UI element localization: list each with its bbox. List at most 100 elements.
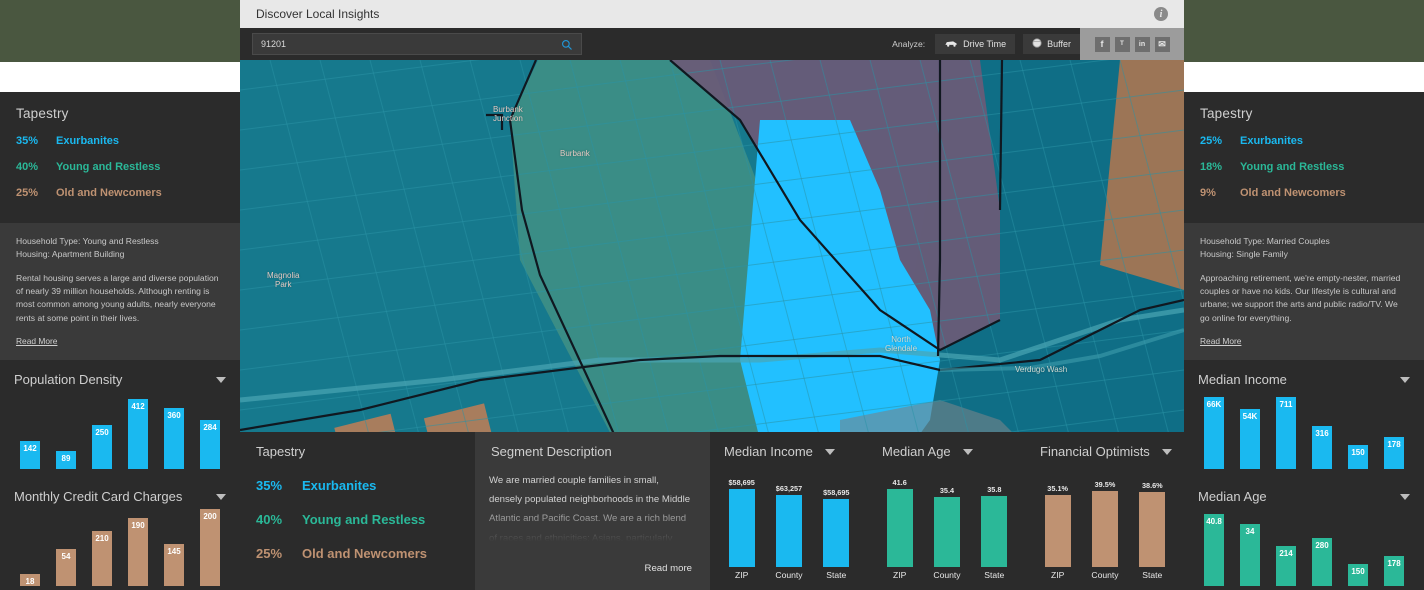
chart-bar[interactable]	[933, 497, 960, 567]
tapestry-row[interactable]: 18% Young and Restless	[1200, 161, 1408, 173]
chart-bar[interactable]	[981, 496, 1008, 567]
chevron-down-icon[interactable]	[1161, 448, 1172, 455]
tapestry-label[interactable]: Old and Newcomers	[56, 187, 162, 199]
chart-column[interactable]: 39.5% County	[1090, 480, 1120, 580]
chart-bar[interactable]: 178	[1384, 437, 1404, 470]
chart-column[interactable]: 35.8 State	[979, 485, 1009, 580]
chevron-down-icon[interactable]	[1400, 376, 1410, 383]
drive-time-button[interactable]: Drive Time	[935, 34, 1016, 54]
chart-bar[interactable]: 214	[1276, 546, 1296, 587]
chart-bar-value: 210	[95, 534, 109, 544]
search-icon[interactable]	[561, 38, 573, 50]
chart-bar[interactable]: 412	[128, 399, 148, 470]
tapestry-label[interactable]: Young and Restless	[302, 512, 425, 527]
linkedin-icon[interactable]: in	[1134, 36, 1150, 52]
chevron-down-icon[interactable]	[216, 493, 226, 500]
chart-bar[interactable]: 150	[1348, 445, 1368, 470]
chart-bar[interactable]: 210	[92, 531, 112, 587]
chart-bar[interactable]	[1044, 495, 1071, 567]
social-share-group: f ᵀ in ✉	[1080, 28, 1184, 60]
background-left	[0, 0, 240, 62]
chart-bar[interactable]: 711	[1276, 397, 1296, 470]
chart-bar[interactable]	[1139, 492, 1166, 567]
chart-bar[interactable]: 316	[1312, 426, 1332, 470]
buffer-button[interactable]: Buffer	[1023, 34, 1080, 54]
tapestry-label[interactable]: Exurbanites	[1240, 135, 1303, 147]
chart-bar[interactable]: 360	[164, 408, 184, 470]
chart-column[interactable]: 35.1% ZIP	[1043, 484, 1073, 580]
chart-bar[interactable]: 178	[1384, 556, 1404, 587]
tapestry-label[interactable]: Exurbanites	[302, 478, 376, 493]
facebook-icon[interactable]: f	[1094, 36, 1110, 52]
chevron-down-icon[interactable]	[1400, 493, 1410, 500]
tapestry-label[interactable]: Old and Newcomers	[302, 546, 427, 561]
tapestry-row[interactable]: 35% Exurbanites	[16, 135, 224, 147]
chart-category-label: County	[1091, 570, 1119, 580]
chart-bar[interactable]: 250	[92, 425, 112, 470]
chevron-down-icon[interactable]	[216, 376, 226, 383]
chart-bar[interactable]	[775, 495, 802, 567]
email-icon[interactable]: ✉	[1154, 36, 1170, 52]
chart-bar-value: 360	[167, 411, 181, 421]
chart-category-label: County	[775, 570, 803, 580]
chart-bar[interactable]: 284	[200, 420, 220, 470]
chevron-down-icon[interactable]	[824, 448, 835, 455]
chart-bar[interactable]: 142	[20, 441, 40, 470]
chart-bar[interactable]: 150	[1348, 564, 1368, 587]
tapestry-label[interactable]: Exurbanites	[56, 135, 119, 147]
bottom-chart: Median Age 41.6 ZIP 35.4 County 35.8 State	[868, 432, 1026, 590]
chart-column[interactable]: 41.6 ZIP	[885, 478, 915, 580]
chart-bar[interactable]: 18	[20, 574, 40, 587]
left-read-more-link[interactable]: Read More	[16, 336, 57, 346]
chart-column[interactable]: 38.6% State	[1137, 481, 1167, 580]
tapestry-label[interactable]: Old and Newcomers	[1240, 187, 1346, 199]
tapestry-row[interactable]: 25% Exurbanites	[1200, 135, 1408, 147]
chart-bar[interactable]: 200	[200, 509, 220, 587]
bottom-panel-row: Tapestry 35% Exurbanites 40% Young and Rest…	[240, 432, 1184, 590]
chart-bar[interactable]: 89	[56, 451, 76, 470]
chart-bar[interactable]: 145	[164, 544, 184, 587]
chart-bar[interactable]	[823, 499, 850, 567]
tapestry-percent: 25%	[1200, 135, 1223, 147]
tapestry-row[interactable]: 25% Old and Newcomers	[16, 187, 224, 199]
tapestry-row[interactable]: 35% Exurbanites	[240, 478, 475, 493]
chart-column[interactable]: $58,695 ZIP	[727, 478, 757, 580]
search-input[interactable]	[261, 39, 561, 49]
right-tapestry-rows: 25% Exurbanites 18% Young and Restless 9% Old…	[1200, 135, 1408, 199]
chart-bar[interactable]: 40.8	[1204, 514, 1224, 587]
bottom-chart-title: Median Income	[724, 444, 813, 459]
chart-column[interactable]: 35.4 County	[932, 486, 962, 580]
tapestry-label[interactable]: Young and Restless	[56, 161, 160, 173]
tapestry-row[interactable]: 25% Old and Newcomers	[240, 546, 475, 561]
search-box[interactable]	[252, 33, 582, 55]
page-title: Discover Local Insights	[256, 7, 380, 21]
segment-body: We are married couple families in small,…	[489, 475, 691, 544]
tapestry-label[interactable]: Young and Restless	[1240, 161, 1344, 173]
segment-read-more-link[interactable]: Read more	[645, 563, 692, 574]
chart-column[interactable]: $58,695 State	[821, 488, 851, 580]
chart-bar-value: 150	[1351, 448, 1365, 458]
chart-bar-value: 412	[131, 402, 145, 412]
left-tapestry-rows: 35% Exurbanites 40% Young and Restless 25% Ol…	[16, 135, 224, 199]
bottom-chart: Median Income $58,695 ZIP $63,257 County $58,…	[710, 432, 868, 590]
tapestry-row[interactable]: 40% Young and Restless	[240, 512, 475, 527]
twitter-icon[interactable]: ᵀ	[1114, 36, 1130, 52]
bottom-chart-header: Median Age	[868, 444, 1026, 459]
chart-bar[interactable]: 66K	[1204, 397, 1224, 470]
right-read-more-link[interactable]: Read More	[1200, 336, 1241, 346]
chart-bar[interactable]: 34	[1240, 524, 1260, 587]
chart-bar[interactable]: 54K	[1240, 409, 1260, 470]
chart-column[interactable]: $63,257 County	[774, 484, 804, 580]
chart-bar[interactable]	[886, 489, 913, 567]
info-icon[interactable]: i	[1154, 7, 1168, 21]
chart-bar[interactable]: 54	[56, 549, 76, 587]
chart-bar[interactable]	[1091, 491, 1118, 567]
chart-bar[interactable]: 280	[1312, 538, 1332, 587]
chart-bar[interactable]: 190	[128, 518, 148, 587]
tapestry-row[interactable]: 9% Old and Newcomers	[1200, 187, 1408, 199]
chevron-down-icon[interactable]	[962, 448, 973, 455]
chart-bar[interactable]	[728, 489, 755, 567]
app-root: Tapestry 35% Exurbanites 40% Young and Rest…	[0, 0, 1424, 590]
chart-bar-value: $58,695	[823, 488, 850, 497]
tapestry-row[interactable]: 40% Young and Restless	[16, 161, 224, 173]
